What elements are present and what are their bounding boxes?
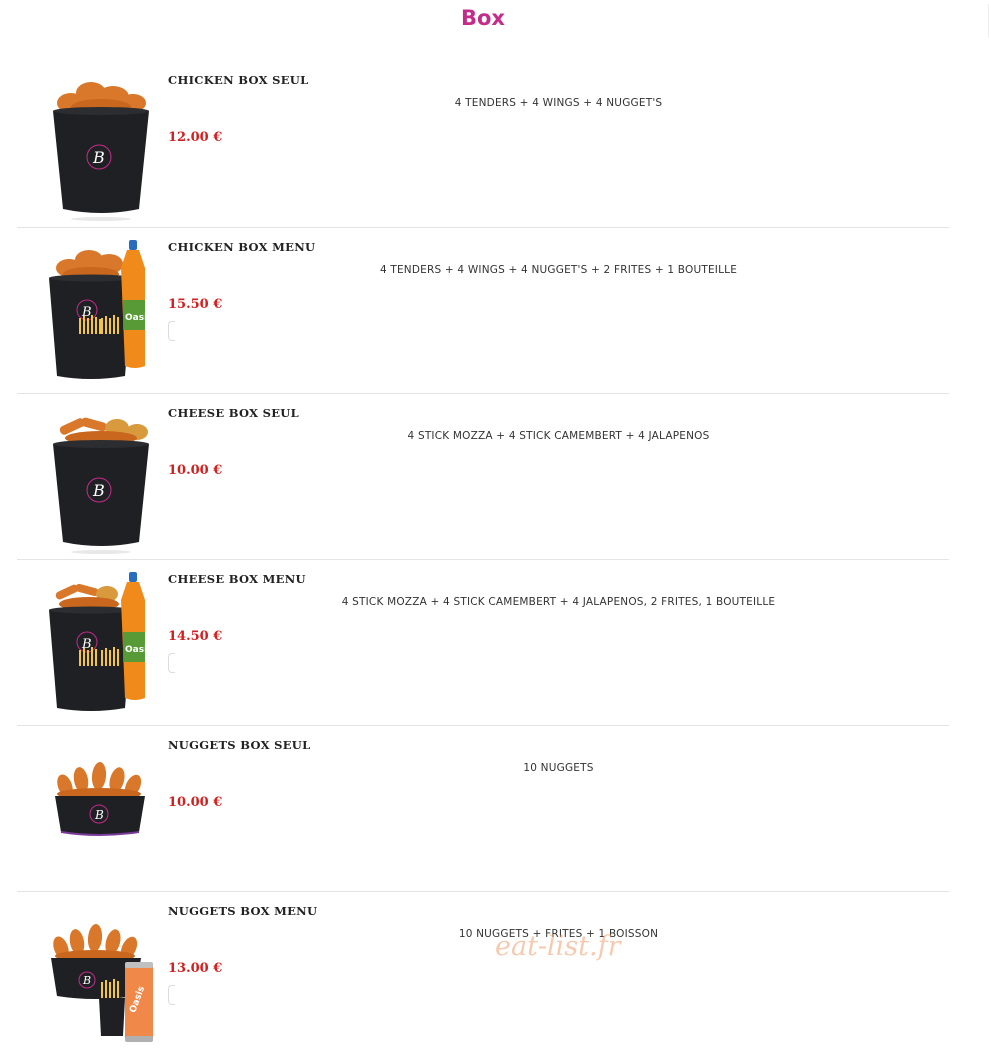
- menu-item-cheese-box-seul[interactable]: B CHEESE BOX SEUL 4 STICK MOZZA + 4 STIC…: [17, 393, 949, 559]
- nuggets-bowl-menu-image[interactable]: B Oasis: [41, 902, 161, 1052]
- menu-item-cheese-box-menu[interactable]: B Oasis CHEESE BOX MENU 4 STICK MOZZA + …: [17, 559, 949, 725]
- item-price: 15.50 €: [168, 297, 223, 312]
- item-price: 12.00 €: [168, 130, 223, 145]
- item-name: NUGGETS BOX SEUL: [168, 738, 311, 752]
- quantity-stepper[interactable]: [168, 653, 175, 673]
- cheese-bucket-menu-image[interactable]: B Oasis: [41, 570, 161, 720]
- item-description: 10 NUGGETS: [523, 762, 594, 774]
- svg-text:B: B: [81, 305, 92, 320]
- nuggets-bowl-image[interactable]: B: [41, 736, 161, 886]
- item-description: 4 TENDERS + 4 WINGS + 4 NUGGET'S + 2 FRI…: [379, 264, 738, 276]
- item-price: 14.50 €: [168, 629, 223, 644]
- menu-item-nuggets-box-seul[interactable]: B NUGGETS BOX SEUL 10 NUGGETS 10.00 €: [17, 725, 949, 891]
- item-name: CHEESE BOX SEUL: [168, 406, 299, 420]
- page-title: Box: [461, 6, 505, 30]
- svg-text:B: B: [82, 974, 91, 987]
- quantity-stepper[interactable]: [168, 321, 175, 341]
- item-description: 4 STICK MOZZA + 4 STICK CAMEMBERT + 4 JA…: [341, 596, 776, 608]
- quantity-stepper[interactable]: [168, 985, 175, 1005]
- item-name: CHEESE BOX MENU: [168, 572, 306, 586]
- item-price: 10.00 €: [168, 795, 223, 810]
- watermark: eat-list.fr: [495, 931, 621, 962]
- cheese-bucket-image[interactable]: B: [41, 404, 161, 554]
- menu-item-chicken-box-seul[interactable]: B CHICKEN BOX SEUL 4 TENDERS + 4 WINGS +…: [17, 61, 949, 227]
- item-name: CHICKEN BOX MENU: [168, 240, 316, 254]
- svg-text:B: B: [92, 481, 105, 500]
- menu-item-nuggets-box-menu[interactable]: B Oasis NUGGETS BOX MENU 10 NUGGETS + FR…: [17, 891, 949, 1057]
- svg-text:Oasis: Oasis: [125, 313, 153, 323]
- svg-text:B: B: [92, 148, 105, 167]
- item-description: 4 TENDERS + 4 WINGS + 4 NUGGET'S: [454, 97, 663, 109]
- chicken-bucket-image[interactable]: B: [41, 71, 161, 221]
- menu-item-chicken-box-menu[interactable]: B Oasis CHICKEN BOX MENU 4 TENDERS + 4 W…: [17, 227, 949, 393]
- chicken-bucket-menu-image[interactable]: B Oasis: [41, 238, 161, 388]
- svg-text:B: B: [94, 808, 104, 822]
- item-price: 13.00 €: [168, 961, 223, 976]
- item-name: CHICKEN BOX SEUL: [168, 73, 309, 87]
- svg-text:Oasis: Oasis: [125, 645, 153, 655]
- item-name: NUGGETS BOX MENU: [168, 904, 318, 918]
- svg-text:B: B: [81, 637, 92, 652]
- item-price: 10.00 €: [168, 463, 223, 478]
- item-description: 4 STICK MOZZA + 4 STICK CAMEMBERT + 4 JA…: [407, 430, 710, 442]
